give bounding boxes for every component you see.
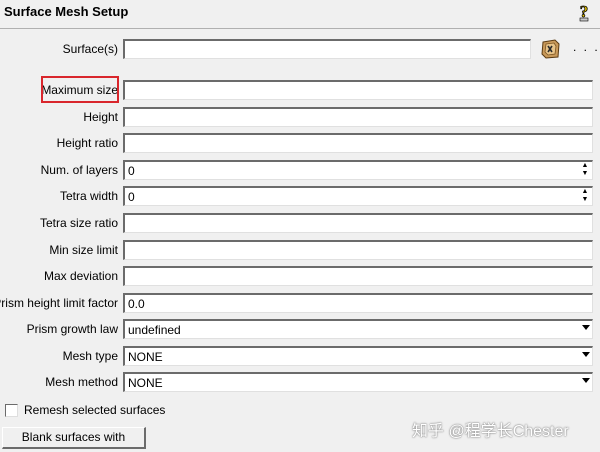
height-ratio-label: Height ratio <box>56 136 118 150</box>
height-input[interactable] <box>123 107 593 127</box>
blank-surfaces-button[interactable]: Blank surfaces with params <box>2 427 146 452</box>
chevron-down-icon[interactable] <box>582 325 590 330</box>
max-deviation-label: Max deviation <box>43 269 118 283</box>
panel-title: Surface Mesh Setup <box>4 4 129 19</box>
min-size-limit-label: Min size limit <box>49 243 118 257</box>
prism-height-limit-input[interactable]: 0.0 <box>123 293 593 313</box>
remesh-checkbox[interactable] <box>5 404 18 417</box>
row-surfaces: Surface(s) <box>0 39 600 61</box>
row-height: Height <box>0 107 600 129</box>
num-layers-value: 0 <box>128 164 135 178</box>
select-surface-icon[interactable] <box>540 38 562 60</box>
spin-down-icon[interactable]: ▼ <box>578 196 592 204</box>
row-mesh-method: Mesh method NONE <box>0 372 600 394</box>
row-prism-height-limit: Prism height limit factor 0.0 <box>0 293 600 315</box>
tetra-width-spinner[interactable]: ▲ ▼ <box>578 188 592 205</box>
remesh-checkbox-label[interactable]: Remesh selected surfaces <box>24 403 165 417</box>
mesh-type-value: NONE <box>128 350 163 364</box>
title-separator <box>0 28 600 29</box>
max-deviation-input[interactable] <box>123 266 593 286</box>
more-button[interactable]: . . . <box>573 40 600 54</box>
spin-up-icon[interactable]: ▲ <box>578 162 592 170</box>
chevron-down-icon[interactable] <box>582 352 590 357</box>
row-prism-growth-law: Prism growth law undefined <box>0 319 600 341</box>
tetra-size-ratio-input[interactable] <box>123 213 593 233</box>
mesh-type-select[interactable]: NONE <box>123 346 593 366</box>
surfaces-label: Surface(s) <box>62 42 118 56</box>
prism-height-limit-label: Prism height limit factor <box>0 296 118 310</box>
max-size-highlight <box>41 76 119 103</box>
tetra-width-input[interactable]: 0 ▲ ▼ <box>123 186 593 206</box>
chevron-down-icon[interactable] <box>582 378 590 383</box>
surfaces-input[interactable] <box>123 39 531 59</box>
row-mesh-type: Mesh type NONE <box>0 346 600 368</box>
mesh-type-label: Mesh type <box>62 349 118 363</box>
help-icon[interactable]: ? <box>575 2 593 22</box>
prism-growth-law-value: undefined <box>128 323 181 337</box>
min-size-limit-input[interactable] <box>123 240 593 260</box>
surface-mesh-setup-panel: Surface Mesh Setup ? Surface(s) . . . Ma… <box>0 0 600 452</box>
row-tetra-size-ratio: Tetra size ratio <box>0 213 600 235</box>
num-layers-spinner[interactable]: ▲ ▼ <box>578 162 592 179</box>
tetra-size-ratio-label: Tetra size ratio <box>39 216 118 230</box>
num-layers-input[interactable]: 0 ▲ ▼ <box>123 160 593 180</box>
mesh-method-value: NONE <box>128 376 163 390</box>
height-ratio-input[interactable] <box>123 133 593 153</box>
max-size-input[interactable] <box>123 80 593 100</box>
row-height-ratio: Height ratio <box>0 133 600 155</box>
prism-growth-law-label: Prism growth law <box>26 322 118 336</box>
mesh-method-select[interactable]: NONE <box>123 372 593 392</box>
spin-up-icon[interactable]: ▲ <box>578 188 592 196</box>
row-max-deviation: Max deviation <box>0 266 600 288</box>
spin-down-icon[interactable]: ▼ <box>578 170 592 178</box>
row-num-layers: Num. of layers 0 ▲ ▼ <box>0 160 600 182</box>
tetra-width-label: Tetra width <box>59 189 118 203</box>
prism-growth-law-select[interactable]: undefined <box>123 319 593 339</box>
watermark-text: 知乎 @程学长Chester <box>412 423 569 440</box>
row-min-size-limit: Min size limit <box>0 240 600 262</box>
num-layers-label: Num. of layers <box>40 163 118 177</box>
tetra-width-value: 0 <box>128 190 135 204</box>
height-label: Height <box>83 110 118 124</box>
mesh-method-label: Mesh method <box>45 375 118 389</box>
row-tetra-width: Tetra width 0 ▲ ▼ <box>0 186 600 208</box>
